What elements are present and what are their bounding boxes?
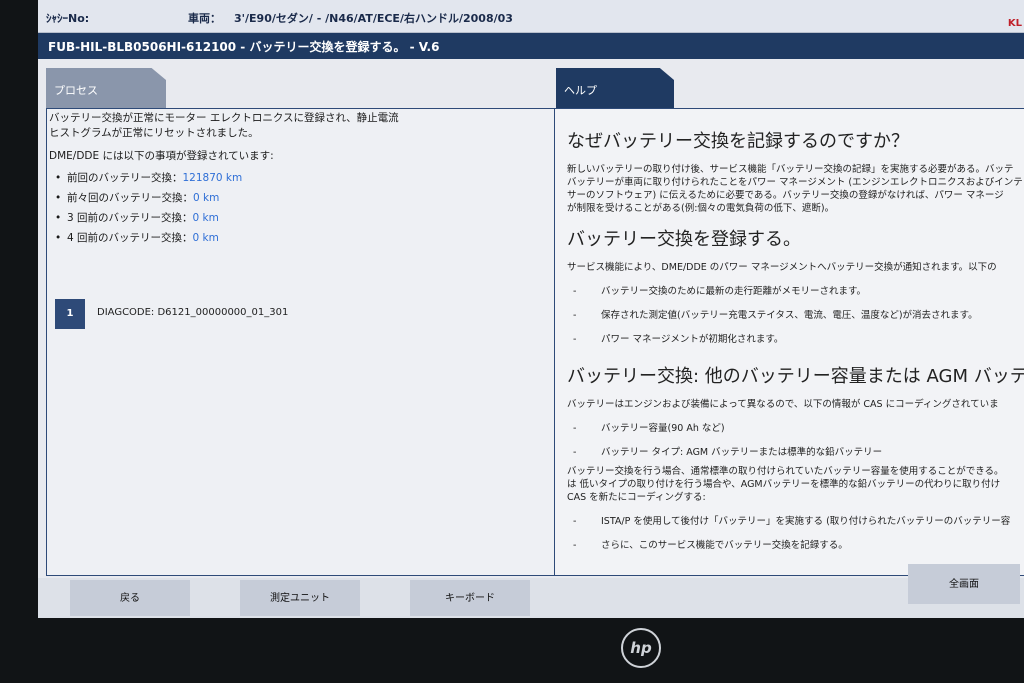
list-item: さらに、このサービス機能でバッテリー交換を記録する。 [567, 534, 1024, 558]
process-panel: バッテリー交換が正常にモーター エレクトロニクスに登録され、静止電流 ヒストグラ… [46, 108, 555, 576]
help-paragraph: サービス機能により、DME/DDE のパワー マネージメントへバッテリー交換が通… [567, 262, 997, 273]
help-paragraph: バッテリーが車両に取り付けられたことをパワー マネージメント (エンジンエレクト… [567, 177, 1023, 188]
diag-code-text: DIAGCODE: D6121_00000000_01_301 [97, 307, 289, 318]
application-screen: ｼｬｼｰNo: 車両： 3'/E90/セダン/ - /N46/AT/ECE/右ハ… [38, 0, 1024, 618]
list-item: バッテリー容量(90 Ah など) [567, 417, 1024, 441]
list-item: 保存された測定値(バッテリー充電ステイタス、電流、電圧、温度など)が消去されます… [567, 304, 1024, 328]
help-heading-capacity: バッテリー交換: 他のバッテリー容量または AGM バッテリー [567, 366, 1024, 387]
tab-help[interactable]: ヘルプ [556, 68, 674, 108]
help-heading-why: なぜバッテリー交換を記録するのですか？ [567, 131, 909, 152]
list-item: 前々回のバッテリー交換：0 km [47, 188, 554, 208]
history-label: 4 回前のバッテリー交換： [67, 232, 193, 244]
history-value: 0 km [192, 232, 219, 244]
result-message-line-2: ヒストグラムが正常にリセットされました。 [49, 127, 259, 139]
help-content: なぜバッテリー交換を記録するのですか？ 新しいバッテリーの取り付け後、サービス機… [567, 127, 1024, 558]
vehicle-label: 車両： [188, 12, 221, 25]
help-list: バッテリー容量(90 Ah など) バッテリー タイプ: AGM バッテリーまた… [567, 417, 1024, 465]
tab-process[interactable]: プロセス [46, 68, 166, 108]
back-button[interactable]: 戻る [70, 580, 190, 616]
help-heading-register: バッテリー交換を登録する。 [567, 229, 801, 250]
help-paragraph: は 低いタイプの取り付けを行う場合や、AGMバッテリーを標準的な鉛バッテリーの代… [567, 479, 1001, 490]
fullscreen-button[interactable]: 全画面 [908, 564, 1020, 604]
history-value: 0 km [193, 192, 220, 204]
help-paragraph: バッテリー交換を行う場合、通常標準の取り付けられていたバッテリー容量を使用するこ… [567, 466, 1004, 477]
list-item: ISTA/P を使用して後付け「バッテリー」を実施する (取り付けられたバッテリ… [567, 510, 1024, 534]
help-paragraph: サーのソフトウェア) に伝えるために必要である。バッテリー交換の登録がなければ、… [567, 190, 1004, 201]
registered-items-heading: DME/DDE には以下の事項が登録されています: [49, 150, 274, 162]
window-title-bar: FUB-HIL-BLB0506HI-612100 - バッテリー交換を登録する。… [38, 33, 1024, 59]
keyboard-button[interactable]: キーボード [410, 580, 530, 616]
help-list: ISTA/P を使用して後付け「バッテリー」を実施する (取り付けられたバッテリ… [567, 510, 1024, 558]
list-item: バッテリー交換のために最新の走行距離がメモリーされます。 [567, 280, 1024, 304]
window-title: FUB-HIL-BLB0506HI-612100 - バッテリー交換を登録する。… [48, 40, 440, 54]
diag-index-badge[interactable]: 1 [55, 299, 85, 329]
help-list: バッテリー交換のために最新の走行距離がメモリーされます。 保存された測定値(バッ… [567, 280, 1024, 352]
history-label: 3 回前のバッテリー交換： [67, 212, 193, 224]
list-item: パワー マネージメントが初期化されます。 [567, 328, 1024, 352]
help-paragraph: バッテリーはエンジンおよび装備によって異なるので、以下の情報が CAS にコーデ… [567, 399, 999, 410]
list-item: 前回のバッテリー交換：121870 km [47, 168, 554, 188]
history-value: 0 km [192, 212, 219, 224]
history-label: 前々回のバッテリー交換： [67, 192, 193, 204]
brand-label: KL [1007, 18, 1022, 29]
help-paragraph: が制限を受けることがある(例:個々の電気負荷の低下、遮断)。 [567, 203, 835, 214]
help-panel[interactable]: なぜバッテリー交換を記録するのですか？ 新しいバッテリーの取り付け後、サービス機… [554, 108, 1024, 576]
measurement-unit-button[interactable]: 測定ユニット [240, 580, 360, 616]
battery-history-list: 前回のバッテリー交換：121870 km 前々回のバッテリー交換：0 km 3 … [47, 168, 554, 248]
vehicle-value: 3'/E90/セダン/ - /N46/AT/ECE/右ハンドル/2008/03 [234, 12, 513, 25]
result-message-line-1: バッテリー交換が正常にモーター エレクトロニクスに登録され、静止電流 [49, 112, 399, 124]
bottom-button-bar: 戻る 測定ユニット キーボード 全画面 [38, 564, 1024, 618]
list-item: 4 回前のバッテリー交換：0 km [47, 228, 554, 248]
hp-logo-icon: hp [621, 628, 661, 668]
tab-process-label: プロセス [54, 84, 98, 97]
history-label: 前回のバッテリー交換： [67, 172, 183, 184]
list-item: 3 回前のバッテリー交換：0 km [47, 208, 554, 228]
vehicle-info-bar: ｼｬｼｰNo: 車両： 3'/E90/セダン/ - /N46/AT/ECE/右ハ… [38, 0, 1024, 33]
history-value: 121870 km [182, 172, 243, 184]
tab-help-label: ヘルプ [564, 84, 597, 97]
chassis-number-label: ｼｬｼｰNo: [46, 12, 90, 25]
help-paragraph: 新しいバッテリーの取り付け後、サービス機能「バッテリー交換の記録」を実施する必要… [567, 164, 1014, 175]
help-paragraph: CAS を新たにコーディングする: [567, 492, 706, 503]
list-item: バッテリー タイプ: AGM バッテリーまたは標準的な鉛バッテリー [567, 441, 1024, 465]
